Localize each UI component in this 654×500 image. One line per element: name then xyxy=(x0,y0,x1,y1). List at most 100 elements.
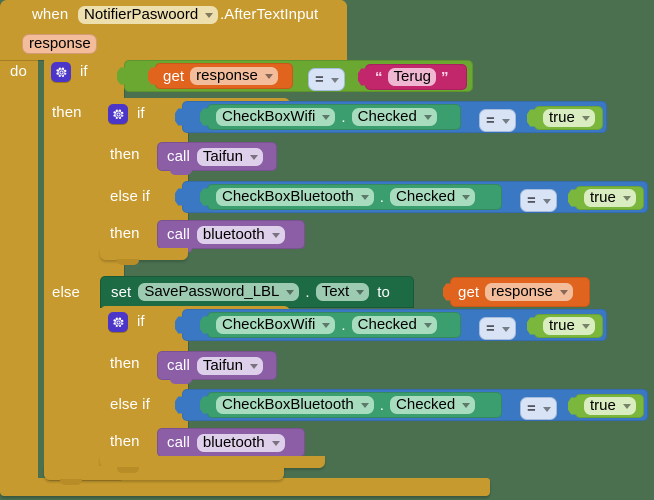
inner-if-top-label: if xyxy=(137,105,145,122)
left-plug xyxy=(200,396,209,414)
true-label: true xyxy=(549,109,575,126)
left-plug xyxy=(200,108,209,126)
inner-if-top-then-label-2: then xyxy=(110,225,140,242)
event-component-dropdown[interactable]: NotifierPaswoord xyxy=(78,6,219,24)
procedure-label: Taifun xyxy=(202,147,243,165)
event-name-label: .AfterTextInput xyxy=(220,6,319,23)
true-dropdown-1[interactable]: true xyxy=(543,109,595,127)
left-plug xyxy=(175,188,184,206)
to-label: to xyxy=(377,283,390,301)
logic-true-block-3[interactable]: true xyxy=(527,314,603,338)
inner-if-bottom-condition-2[interactable]: CheckBoxBluetooth . Checked = true xyxy=(175,389,648,421)
setter-property-dropdown[interactable]: Text xyxy=(315,283,370,301)
setter-savepassword-lbl-text[interactable]: set SavePassword_LBL . Text to xyxy=(100,276,414,308)
left-plug xyxy=(175,108,184,126)
component-dropdown-checkboxwifi-2[interactable]: CheckBoxWifi xyxy=(216,316,336,334)
gear-icon[interactable] xyxy=(108,312,128,332)
equals-operator-dropdown-4[interactable]: = xyxy=(479,317,516,340)
setter-component-dropdown[interactable]: SavePassword_LBL xyxy=(138,283,300,301)
left-plug xyxy=(443,283,452,301)
logic-true-block-1[interactable]: true xyxy=(527,106,603,130)
gear-icon[interactable] xyxy=(51,62,71,82)
chevron-down-icon xyxy=(559,290,568,295)
property-dropdown-checked-4[interactable]: Checked xyxy=(390,396,476,414)
left-plug xyxy=(358,68,367,86)
chevron-down-icon xyxy=(271,440,280,446)
blocks-canvas[interactable]: when NotifierPaswoord .AfterTextInput re… xyxy=(0,0,654,500)
component-label: CheckBoxWifi xyxy=(222,316,316,333)
inner-if-bottom-condition-1[interactable]: CheckBoxWifi . Checked = true xyxy=(175,309,607,341)
when-label: when xyxy=(32,6,69,23)
procedure-dropdown-taifun-2[interactable]: Taifun xyxy=(196,356,263,375)
dot-separator: . xyxy=(341,316,346,334)
inner-if-bottom-elseif-label: else if xyxy=(110,396,150,413)
equals-operator-dropdown-5[interactable]: = xyxy=(520,397,557,420)
component-label: CheckBoxBluetooth xyxy=(222,396,354,413)
call-procedure-taifun-1[interactable]: call Taifun xyxy=(157,142,277,175)
get-variable-dropdown-2[interactable]: response xyxy=(485,283,573,301)
call-procedure-bluetooth-1[interactable]: call bluetooth xyxy=(157,220,305,253)
chevron-down-icon xyxy=(542,406,551,412)
outer-if-condition-compare[interactable]: get response = “ Terug ” xyxy=(117,60,473,92)
inner-if-top-then-label-1: then xyxy=(110,146,140,163)
inner-if-bottom-then-label-1: then xyxy=(110,355,140,372)
event-block-left-spine xyxy=(0,58,38,486)
logic-true-block-2[interactable]: true xyxy=(568,186,644,210)
equals-operator-dropdown-3[interactable]: = xyxy=(520,189,557,212)
chevron-down-icon xyxy=(322,323,331,328)
component-getter-checkboxwifi-checked-2[interactable]: CheckBoxWifi . Checked xyxy=(200,312,461,338)
chevron-down-icon xyxy=(330,77,339,83)
get-response-block-2[interactable]: get response xyxy=(443,277,590,307)
equals-operator-dropdown-1[interactable]: = xyxy=(308,68,345,91)
setter-property-label: Text xyxy=(321,283,350,300)
left-plug xyxy=(117,67,126,85)
set-label: set xyxy=(111,283,132,301)
inner-if-top-condition-1[interactable]: CheckBoxWifi . Checked = true xyxy=(175,101,607,133)
chevron-down-icon xyxy=(501,118,510,124)
property-dropdown-checked-3[interactable]: Checked xyxy=(351,316,437,334)
component-getter-checkboxbluetooth-checked-1[interactable]: CheckBoxBluetooth . Checked xyxy=(200,184,502,210)
text-value-label: Terug xyxy=(393,68,432,85)
get-response-block-1[interactable]: get response xyxy=(148,63,293,89)
text-value-field[interactable]: Terug xyxy=(387,68,437,86)
event-parameter-response[interactable]: response xyxy=(22,34,97,54)
open-quote: “ xyxy=(375,68,383,86)
operator-label: = xyxy=(315,70,324,88)
component-dropdown-checkboxbluetooth-2[interactable]: CheckBoxBluetooth xyxy=(216,396,374,414)
component-getter-checkboxwifi-checked-1[interactable]: CheckBoxWifi . Checked xyxy=(200,104,461,130)
call-procedure-taifun-2[interactable]: call Taifun xyxy=(157,351,277,384)
logic-true-block-4[interactable]: true xyxy=(568,394,644,418)
event-parameter-label: response xyxy=(29,35,91,52)
event-block-when-notifier-aftertextinput[interactable]: when NotifierPaswoord .AfterTextInput re… xyxy=(0,0,347,60)
true-dropdown-2[interactable]: true xyxy=(584,189,636,207)
left-plug xyxy=(200,188,209,206)
outer-if-else-label: else xyxy=(52,284,80,301)
event-component-label: NotifierPaswoord xyxy=(84,6,199,23)
text-string-block-terug[interactable]: “ Terug ” xyxy=(358,64,467,90)
outer-if-then-label: then xyxy=(52,104,82,121)
chevron-down-icon xyxy=(581,116,590,121)
true-dropdown-3[interactable]: true xyxy=(543,317,595,335)
component-getter-checkboxbluetooth-checked-2[interactable]: CheckBoxBluetooth . Checked xyxy=(200,392,502,418)
notch-bump xyxy=(117,467,139,473)
property-dropdown-checked-2[interactable]: Checked xyxy=(390,188,476,206)
notch-bump xyxy=(60,479,82,485)
true-dropdown-4[interactable]: true xyxy=(584,397,636,415)
procedure-dropdown-bluetooth-1[interactable]: bluetooth xyxy=(196,225,285,244)
property-dropdown-checked-1[interactable]: Checked xyxy=(351,108,437,126)
procedure-dropdown-bluetooth-2[interactable]: bluetooth xyxy=(196,433,285,452)
notch-bump xyxy=(117,259,139,265)
gear-icon[interactable] xyxy=(108,104,128,124)
inner-if-top-condition-2[interactable]: CheckBoxBluetooth . Checked = true xyxy=(175,181,648,213)
call-procedure-bluetooth-2[interactable]: call bluetooth xyxy=(157,428,305,461)
chevron-down-icon xyxy=(622,196,631,201)
dot-separator: . xyxy=(379,396,385,414)
equals-operator-dropdown-2[interactable]: = xyxy=(479,109,516,132)
call-label: call xyxy=(167,357,190,374)
chevron-down-icon xyxy=(423,115,432,120)
procedure-dropdown-taifun-1[interactable]: Taifun xyxy=(196,147,263,166)
component-dropdown-checkboxwifi-1[interactable]: CheckBoxWifi xyxy=(216,108,336,126)
get-variable-dropdown[interactable]: response xyxy=(190,67,278,85)
outer-if-label: if xyxy=(80,63,88,80)
component-dropdown-checkboxbluetooth-1[interactable]: CheckBoxBluetooth xyxy=(216,188,374,206)
